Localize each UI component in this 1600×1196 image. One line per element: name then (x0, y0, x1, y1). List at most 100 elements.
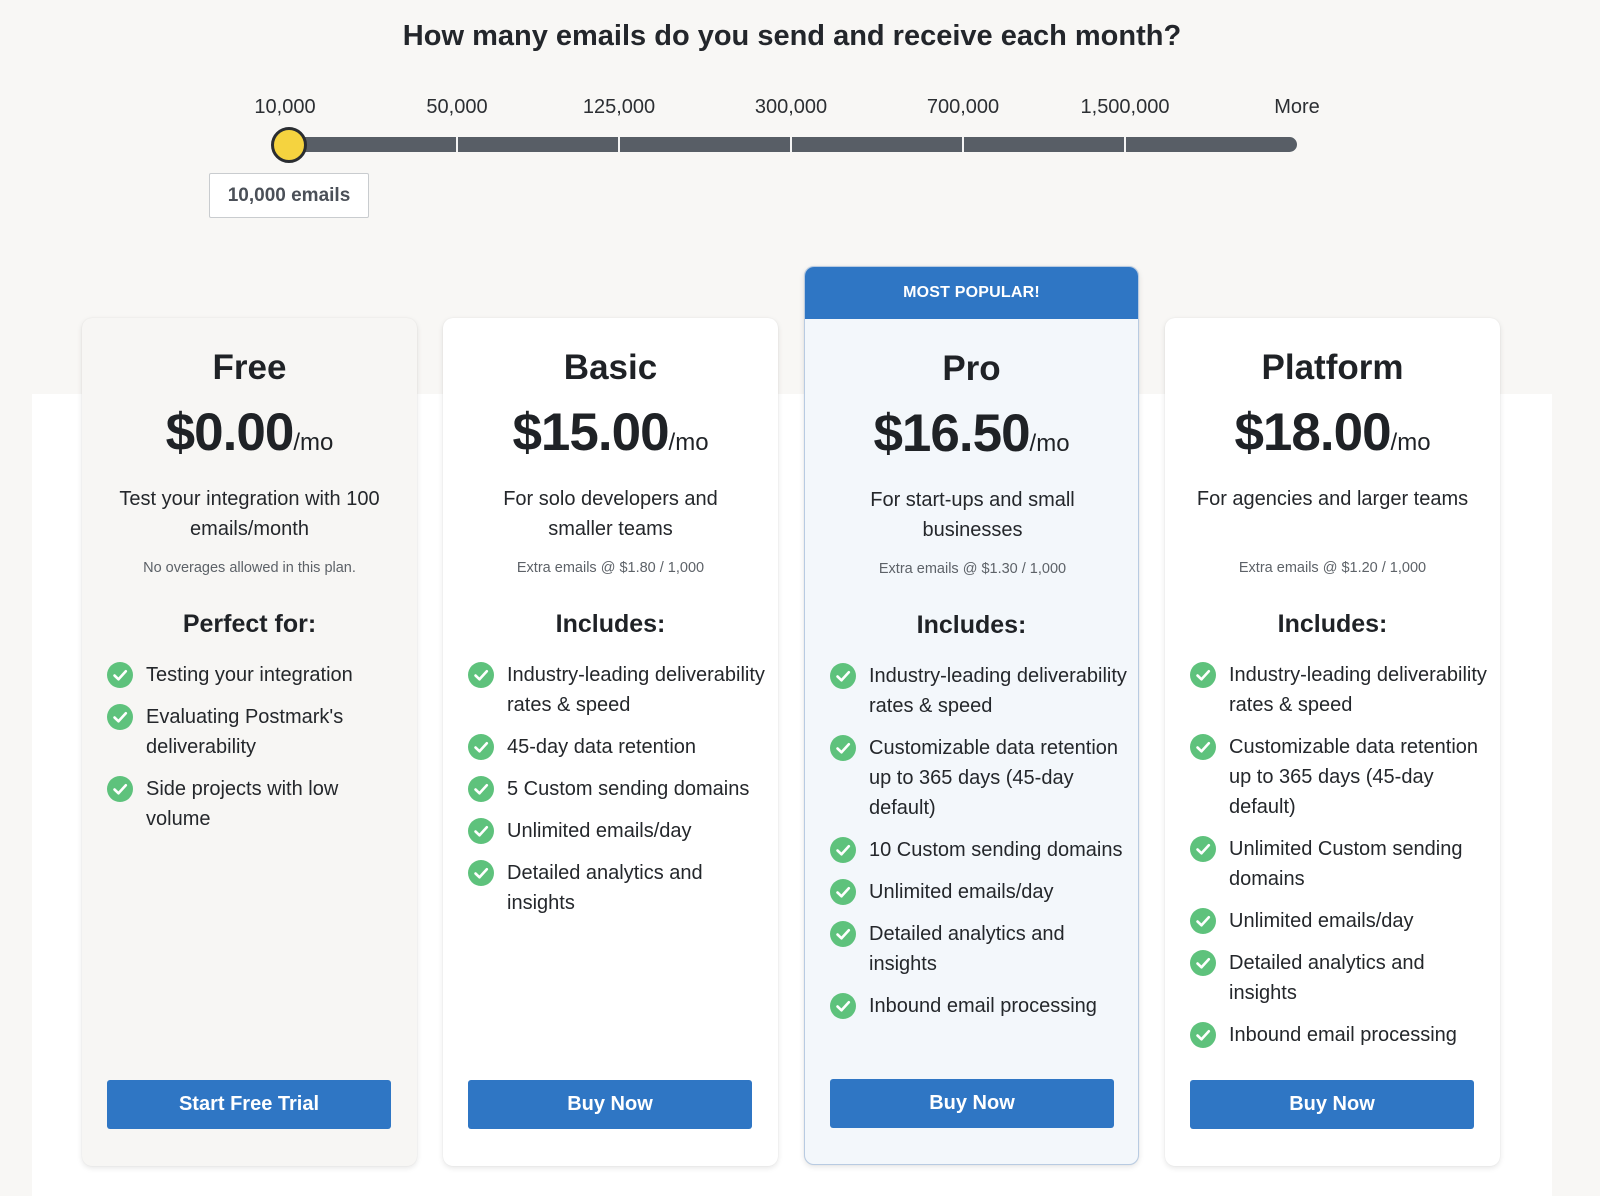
feature-text: Detailed analytics and insights (1229, 952, 1425, 1004)
plan-card-platform: Platform $18.00/mo For agencies and larg… (1165, 318, 1500, 1166)
feature-text: Side projects with low volume (146, 778, 339, 830)
feature-text: Evaluating Postmark's deliverability (146, 706, 344, 758)
slider-tick-label[interactable]: 300,000 (755, 96, 827, 119)
price-amount: $0.00 (165, 403, 295, 462)
slider-track-divider (1124, 137, 1126, 152)
feature-text: Unlimited emails/day (507, 820, 692, 842)
check-icon (468, 860, 494, 886)
check-icon (468, 776, 494, 802)
plan-name: Pro (942, 349, 1001, 388)
feature-item: Industry-leading deliverability rates & … (1190, 660, 1490, 720)
slider-tick-label[interactable]: 50,000 (426, 96, 487, 119)
slider-track-divider (618, 137, 620, 152)
feature-item: 45-day data retention (468, 732, 768, 762)
features-heading: Includes: (916, 611, 1027, 639)
feature-list: Industry-leading deliverability rates & … (468, 660, 768, 930)
check-icon (1190, 836, 1216, 862)
check-icon (830, 663, 856, 689)
feature-item: Evaluating Postmark's deliverability (107, 702, 407, 762)
feature-text: Customizable data retention up to 365 da… (869, 737, 1119, 819)
price-period: /mo (1029, 430, 1070, 457)
slider-thumb[interactable] (271, 127, 307, 163)
feature-item: Testing your integration (107, 660, 407, 690)
plan-price: $0.00/mo (82, 402, 417, 463)
feature-text: Industry-leading deliverability rates & … (507, 664, 765, 716)
plan-overage-note: Extra emails @ $1.20 / 1,000 (1238, 560, 1427, 576)
feature-list: Testing your integration Evaluating Post… (107, 660, 407, 846)
plan-price: $18.00/mo (1165, 402, 1500, 463)
feature-item: Detailed analytics and insights (1190, 948, 1490, 1008)
feature-item: Customizable data retention up to 365 da… (1190, 732, 1490, 822)
slider-tick-label[interactable]: More (1274, 96, 1320, 119)
slider-track-divider (962, 137, 964, 152)
check-icon (830, 735, 856, 761)
price-period: /mo (293, 429, 334, 456)
check-icon (830, 921, 856, 947)
volume-question: How many emails do you send and receive … (402, 20, 1182, 52)
plan-name: Free (212, 348, 287, 387)
features-heading: Includes: (1277, 610, 1388, 638)
buy-now-button[interactable]: Buy Now (830, 1079, 1114, 1128)
plan-description: For start-ups and small businesses (870, 489, 1075, 541)
plan-price: $16.50/mo (805, 403, 1138, 464)
check-icon (468, 734, 494, 760)
check-icon (468, 818, 494, 844)
buy-now-button[interactable]: Buy Now (1190, 1080, 1474, 1129)
feature-item: Customizable data retention up to 365 da… (830, 733, 1130, 823)
slider-tick-label[interactable]: 1,500,000 (1081, 96, 1170, 119)
plan-description: For agencies and larger teams (1196, 488, 1469, 510)
feature-text: Testing your integration (146, 664, 353, 686)
check-icon (107, 776, 133, 802)
feature-text: Industry-leading deliverability rates & … (1229, 664, 1487, 716)
plan-description: For solo developers and smaller teams (503, 488, 718, 540)
price-period: /mo (1390, 429, 1431, 456)
slider-tick-label[interactable]: 125,000 (583, 96, 655, 119)
feature-text: Unlimited emails/day (1229, 910, 1414, 932)
feature-text: Unlimited Custom sending domains (1229, 838, 1463, 890)
feature-item: 5 Custom sending domains (468, 774, 768, 804)
slider-tick-label[interactable]: 10,000 (254, 96, 315, 119)
plan-description: Test your integration with 100 emails/mo… (119, 488, 380, 540)
slider-tick-label[interactable]: 700,000 (927, 96, 999, 119)
feature-text: 10 Custom sending domains (869, 839, 1123, 861)
feature-item: Industry-leading deliverability rates & … (830, 661, 1130, 721)
buy-now-button[interactable]: Buy Now (468, 1080, 752, 1129)
start-free-trial-button[interactable]: Start Free Trial (107, 1080, 391, 1129)
feature-text: 45-day data retention (507, 736, 697, 758)
feature-item: Inbound email processing (1190, 1020, 1490, 1050)
feature-item: 10 Custom sending domains (830, 835, 1130, 865)
check-icon (1190, 950, 1216, 976)
plan-name: Basic (563, 348, 658, 387)
feature-item: Industry-leading deliverability rates & … (468, 660, 768, 720)
plan-card-pro: MOST POPULAR! Pro $16.50/mo For start-up… (804, 266, 1139, 1165)
plan-overage-note: No overages allowed in this plan. (143, 560, 356, 576)
check-icon (107, 704, 133, 730)
feature-text: Industry-leading deliverability rates & … (869, 665, 1127, 717)
feature-item: Unlimited emails/day (468, 816, 768, 846)
feature-item: Unlimited emails/day (830, 877, 1130, 907)
slider-track-divider (790, 137, 792, 152)
feature-text: Unlimited emails/day (869, 881, 1054, 903)
slider-track-divider (456, 137, 458, 152)
feature-list: Industry-leading deliverability rates & … (1190, 660, 1490, 1062)
features-heading: Includes: (555, 610, 666, 638)
price-amount: $15.00 (512, 403, 669, 462)
features-heading: Perfect for: (182, 610, 317, 638)
feature-item: Detailed analytics and insights (468, 858, 768, 918)
price-amount: $16.50 (873, 404, 1030, 463)
feature-list: Industry-leading deliverability rates & … (830, 661, 1130, 1033)
feature-text: Detailed analytics and insights (507, 862, 703, 914)
check-icon (830, 879, 856, 905)
feature-text: Customizable data retention up to 365 da… (1229, 736, 1479, 818)
feature-text: Detailed analytics and insights (869, 923, 1065, 975)
feature-text: Inbound email processing (869, 995, 1097, 1017)
feature-item: Unlimited Custom sending domains (1190, 834, 1490, 894)
check-icon (468, 662, 494, 688)
slider-value-label: 10,000 emails (209, 173, 369, 218)
price-amount: $18.00 (1234, 403, 1391, 462)
feature-item: Inbound email processing (830, 991, 1130, 1021)
most-popular-badge: MOST POPULAR! (805, 267, 1138, 319)
feature-item: Detailed analytics and insights (830, 919, 1130, 979)
check-icon (830, 837, 856, 863)
feature-item: Side projects with low volume (107, 774, 407, 834)
